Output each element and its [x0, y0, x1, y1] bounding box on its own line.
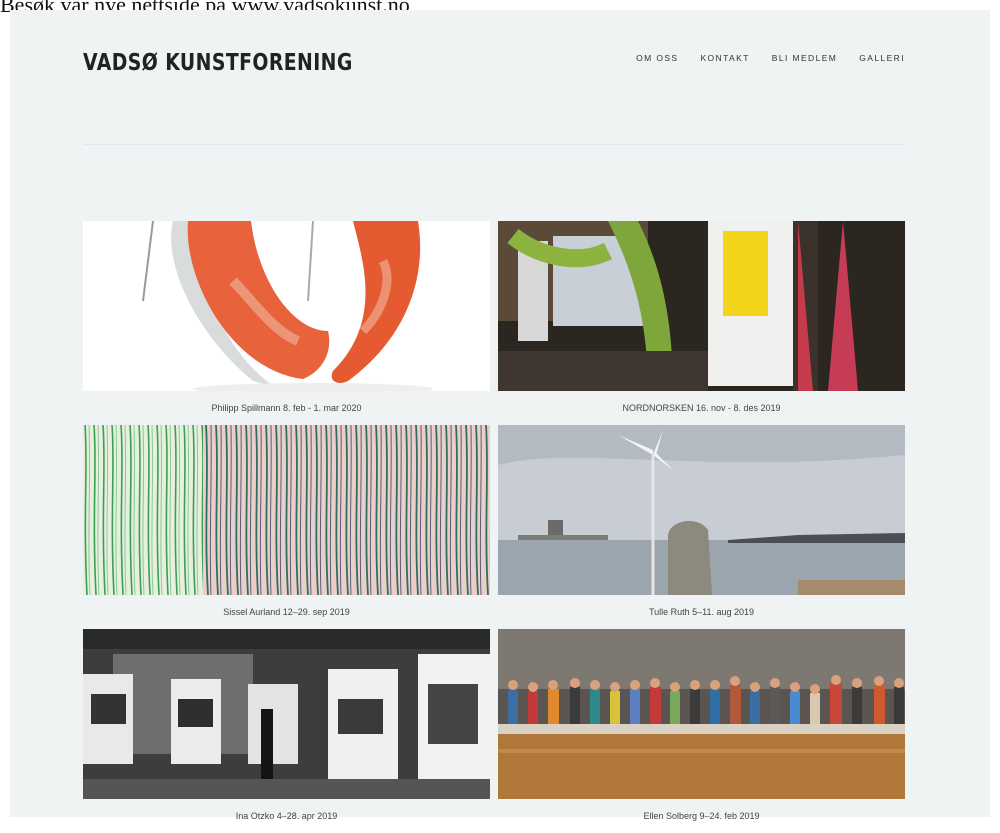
gallery-caption[interactable]: Tulle Ruth 5–11. aug 2019	[498, 595, 905, 629]
gallery-image[interactable]	[498, 221, 905, 391]
gallery-image[interactable]	[498, 425, 905, 595]
gallery-grid: Philipp Spillmann 8. feb - 1. mar 2020 N…	[83, 221, 905, 833]
nav-bli-medlem[interactable]: BLI MEDLEM	[772, 53, 838, 63]
nav-galleri[interactable]: GALLERI	[859, 53, 905, 63]
gallery-image[interactable]	[83, 425, 490, 595]
site-logo[interactable]: VADSØ KUNSTFORENING	[83, 50, 353, 76]
nav-kontakt[interactable]: KONTAKT	[700, 53, 749, 63]
gallery-image[interactable]	[83, 221, 490, 391]
gallery-item[interactable]: Ellen Solberg 9–24. feb 2019	[498, 629, 905, 833]
gallery-item[interactable]: Philipp Spillmann 8. feb - 1. mar 2020	[83, 221, 490, 425]
nav-om-oss[interactable]: OM OSS	[636, 53, 678, 63]
gallery-item[interactable]: Tulle Ruth 5–11. aug 2019	[498, 425, 905, 629]
gallery-item[interactable]: Ina Otzko 4–28. apr 2019	[83, 629, 490, 833]
site-container: VADSØ KUNSTFORENING OM OSS KONTAKT BLI M…	[10, 10, 990, 821]
gallery-caption[interactable]: Ina Otzko 4–28. apr 2019	[83, 799, 490, 833]
gallery-caption[interactable]: Ellen Solberg 9–24. feb 2019	[498, 799, 905, 833]
gallery-item[interactable]: Sissel Aurland 12–29. sep 2019	[83, 425, 490, 629]
gallery-caption[interactable]: Philipp Spillmann 8. feb - 1. mar 2020	[83, 391, 490, 425]
gallery-caption[interactable]: Sissel Aurland 12–29. sep 2019	[83, 595, 490, 629]
gallery-caption[interactable]: NORDNORSKEN 16. nov - 8. des 2019	[498, 391, 905, 425]
gallery-item[interactable]: NORDNORSKEN 16. nov - 8. des 2019	[498, 221, 905, 425]
gallery-image[interactable]	[83, 629, 490, 799]
main-nav: OM OSS KONTAKT BLI MEDLEM GALLERI	[636, 53, 905, 63]
gallery-image[interactable]	[498, 629, 905, 799]
header-divider	[83, 144, 905, 145]
